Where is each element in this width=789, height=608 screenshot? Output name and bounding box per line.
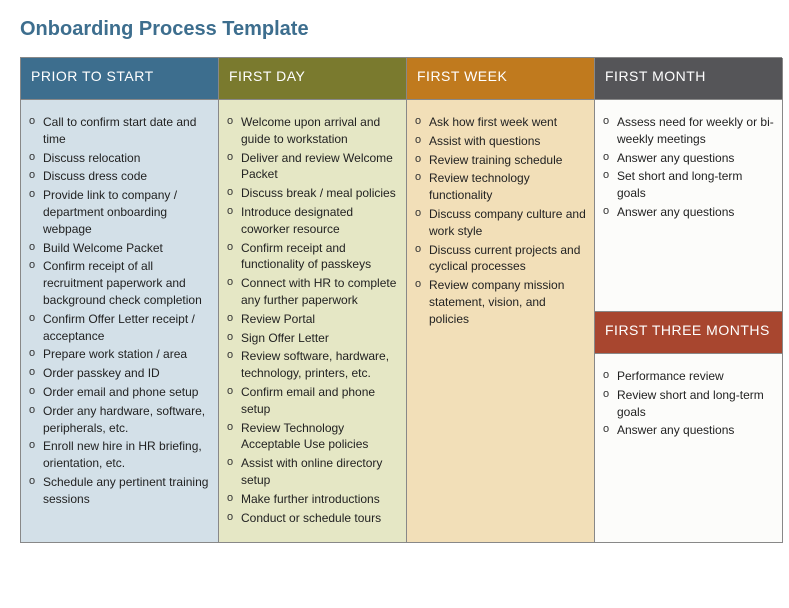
list-item: Set short and long-term goals bbox=[615, 168, 774, 202]
list-item: Provide link to company / department onb… bbox=[41, 187, 210, 237]
column-header-first-day: FIRST DAY bbox=[219, 58, 407, 100]
list-item: Review short and long-term goals bbox=[615, 387, 774, 421]
list-item: Review technology functionality bbox=[427, 170, 586, 204]
page-title: Onboarding Process Template bbox=[20, 18, 779, 41]
list-item: Performance review bbox=[615, 368, 774, 385]
list-item: Review Technology Acceptable Use policie… bbox=[239, 420, 398, 454]
list-item: Answer any questions bbox=[615, 422, 774, 439]
column-body-first-month: Assess need for weekly or bi-weekly meet… bbox=[595, 100, 782, 312]
list-item: Assist with questions bbox=[427, 133, 586, 150]
list-item: Make further introductions bbox=[239, 491, 398, 508]
list-item: Sign Offer Letter bbox=[239, 330, 398, 347]
list-item: Confirm receipt of all recruitment paper… bbox=[41, 258, 210, 308]
list-item: Assist with online directory setup bbox=[239, 455, 398, 489]
list-prior: Call to confirm start date and time Discu… bbox=[29, 114, 210, 508]
list-item: Connect with HR to complete any further … bbox=[239, 275, 398, 309]
list-item: Discuss company culture and work style bbox=[427, 206, 586, 240]
list-item: Order any hardware, software, peripheral… bbox=[41, 403, 210, 437]
list-item: Confirm email and phone setup bbox=[239, 384, 398, 418]
column-header-prior: PRIOR TO START bbox=[21, 58, 219, 100]
list-item: Discuss current projects and cyclical pr… bbox=[427, 242, 586, 276]
list-item: Prepare work station / area bbox=[41, 346, 210, 363]
onboarding-board: PRIOR TO START FIRST DAY FIRST WEEK FIRS… bbox=[20, 57, 782, 543]
list-item: Answer any questions bbox=[615, 150, 774, 167]
list-item: Welcome upon arrival and guide to workst… bbox=[239, 114, 398, 148]
right-column-stack: Assess need for weekly or bi-weekly meet… bbox=[595, 100, 783, 543]
list-first-day: Welcome upon arrival and guide to workst… bbox=[227, 114, 398, 526]
list-first-month: Assess need for weekly or bi-weekly meet… bbox=[603, 114, 774, 221]
list-item: Ask how first week went bbox=[427, 114, 586, 131]
column-body-prior: Call to confirm start date and time Discu… bbox=[21, 100, 219, 543]
list-item: Deliver and review Welcome Packet bbox=[239, 150, 398, 184]
list-item: Build Welcome Packet bbox=[41, 240, 210, 257]
column-header-first-week: FIRST WEEK bbox=[407, 58, 595, 100]
list-item: Review Portal bbox=[239, 311, 398, 328]
list-item: Conduct or schedule tours bbox=[239, 510, 398, 527]
column-header-first-three-months: FIRST THREE MONTHS bbox=[595, 312, 782, 354]
column-body-first-week: Ask how first week went Assist with quest… bbox=[407, 100, 595, 543]
list-item: Schedule any pertinent training sessions bbox=[41, 474, 210, 508]
list-item: Review training schedule bbox=[427, 152, 586, 169]
list-item: Discuss break / meal policies bbox=[239, 185, 398, 202]
list-item: Discuss dress code bbox=[41, 168, 210, 185]
list-item: Order passkey and ID bbox=[41, 365, 210, 382]
list-item: Call to confirm start date and time bbox=[41, 114, 210, 148]
list-first-week: Ask how first week went Assist with quest… bbox=[415, 114, 586, 328]
list-item: Review company mission statement, vision… bbox=[427, 277, 586, 327]
column-body-first-three-months: Performance review Review short and long-… bbox=[595, 354, 782, 542]
list-item: Enroll new hire in HR briefing, orientat… bbox=[41, 438, 210, 472]
list-first-three-months: Performance review Review short and long-… bbox=[603, 368, 774, 439]
list-item: Confirm receipt and functionality of pas… bbox=[239, 240, 398, 274]
list-item: Assess need for weekly or bi-weekly meet… bbox=[615, 114, 774, 148]
list-item: Discuss relocation bbox=[41, 150, 210, 167]
list-item: Answer any questions bbox=[615, 204, 774, 221]
list-item: Review software, hardware, technology, p… bbox=[239, 348, 398, 382]
list-item: Confirm Offer Letter receipt / acceptanc… bbox=[41, 311, 210, 345]
column-body-first-day: Welcome upon arrival and guide to workst… bbox=[219, 100, 407, 543]
column-header-first-month: FIRST MONTH bbox=[595, 58, 783, 100]
list-item: Order email and phone setup bbox=[41, 384, 210, 401]
list-item: Introduce designated coworker resource bbox=[239, 204, 398, 238]
